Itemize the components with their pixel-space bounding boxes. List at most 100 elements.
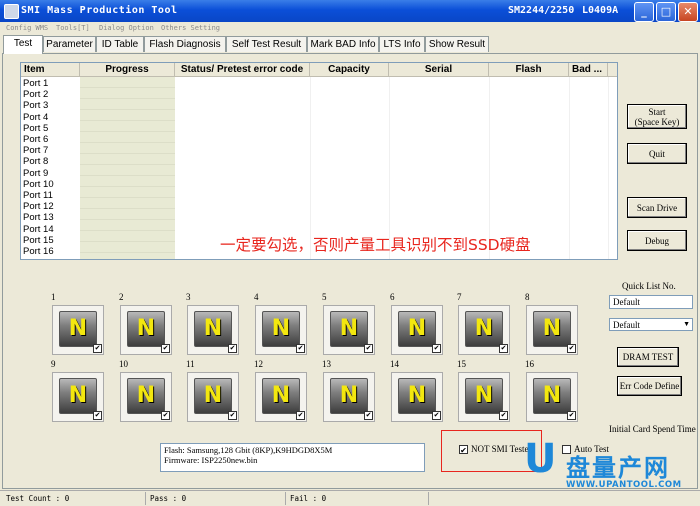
err-code-define-button[interactable]: Err Code Define bbox=[617, 376, 682, 396]
port-enable-checkbox[interactable]: ✔ bbox=[296, 411, 305, 420]
port-tile[interactable]: 5 N ✔ bbox=[322, 292, 375, 355]
drive-status-glyph: N bbox=[407, 383, 427, 408]
port-enable-checkbox[interactable]: ✔ bbox=[499, 344, 508, 353]
port-tile[interactable]: 14 N ✔ bbox=[390, 359, 443, 422]
table-row[interactable]: Port 1 bbox=[23, 78, 48, 89]
col-status[interactable]: Status/ Pretest error code bbox=[175, 63, 310, 77]
menu-others-setting[interactable]: Others Setting bbox=[161, 24, 220, 32]
quick-list-input[interactable]: Default bbox=[609, 295, 693, 309]
table-row[interactable]: Port 15 bbox=[23, 235, 54, 246]
table-row[interactable]: Port 16 bbox=[23, 246, 54, 257]
minimize-button[interactable]: _ bbox=[634, 2, 654, 22]
port-tile-number: 16 bbox=[525, 359, 534, 369]
table-row[interactable]: Port 3 bbox=[23, 100, 48, 111]
menu-tools[interactable]: Tools[T] bbox=[56, 24, 90, 32]
pass-count: Pass : 0 bbox=[150, 494, 187, 503]
port-enable-checkbox[interactable]: ✔ bbox=[93, 411, 102, 420]
table-row[interactable]: Port 14 bbox=[23, 224, 54, 235]
quit-button[interactable]: Quit bbox=[627, 143, 687, 164]
table-row[interactable]: Port 8 bbox=[23, 156, 48, 167]
table-row[interactable]: Port 2 bbox=[23, 89, 48, 100]
port-enable-checkbox[interactable]: ✔ bbox=[364, 344, 373, 353]
port-enable-checkbox[interactable]: ✔ bbox=[93, 344, 102, 353]
port-tile[interactable]: 10 N ✔ bbox=[119, 359, 172, 422]
drive-status-glyph: N bbox=[474, 383, 494, 408]
port-enable-checkbox[interactable]: ✔ bbox=[228, 411, 237, 420]
drive-status-glyph: N bbox=[407, 316, 427, 341]
tab-test[interactable]: Test bbox=[3, 35, 43, 54]
col-serial[interactable]: Serial bbox=[389, 63, 489, 77]
port-enable-checkbox[interactable]: ✔ bbox=[432, 344, 441, 353]
port-tile[interactable]: 15 N ✔ bbox=[457, 359, 510, 422]
col-flash[interactable]: Flash bbox=[489, 63, 569, 77]
drive-status-glyph: N bbox=[339, 383, 359, 408]
start-button[interactable]: Start (Space Key) bbox=[627, 104, 687, 129]
port-tile[interactable]: 11 N ✔ bbox=[186, 359, 239, 422]
watermark-u: U bbox=[524, 436, 557, 482]
port-enable-checkbox[interactable]: ✔ bbox=[364, 411, 373, 420]
not-smi-tester-checkbox[interactable]: ✔ bbox=[459, 445, 468, 455]
test-count: Test Count : 0 bbox=[6, 494, 70, 503]
dram-test-button[interactable]: DRAM TEST bbox=[617, 347, 679, 367]
port-tile[interactable]: 1 N ✔ bbox=[51, 292, 104, 355]
port-enable-checkbox[interactable]: ✔ bbox=[161, 344, 170, 353]
port-tile[interactable]: 8 N ✔ bbox=[525, 292, 578, 355]
close-button[interactable]: ✕ bbox=[678, 2, 698, 22]
tab-show-result[interactable]: Show Result bbox=[425, 36, 489, 52]
maximize-button[interactable]: □ bbox=[656, 2, 676, 22]
col-progress[interactable]: Progress bbox=[80, 63, 175, 77]
port-enable-checkbox[interactable]: ✔ bbox=[161, 411, 170, 420]
port-enable-checkbox[interactable]: ✔ bbox=[296, 344, 305, 353]
table-row[interactable]: Port 11 bbox=[23, 190, 53, 201]
tab-parameter[interactable]: Parameter bbox=[43, 36, 96, 52]
col-capacity[interactable]: Capacity bbox=[310, 63, 389, 77]
port-enable-checkbox[interactable]: ✔ bbox=[567, 344, 576, 353]
table-row[interactable]: Port 4 bbox=[23, 112, 48, 123]
watermark-logo: U 盘量产网 WWW.UPANTOOL.COM bbox=[520, 438, 700, 493]
tab-id-table[interactable]: ID Table bbox=[96, 36, 144, 52]
port-tile[interactable]: 13 N ✔ bbox=[322, 359, 375, 422]
fail-count: Fail : 0 bbox=[290, 494, 327, 503]
quick-list-select[interactable]: Default ▼ bbox=[609, 318, 693, 331]
scan-drive-button[interactable]: Scan Drive bbox=[627, 197, 687, 218]
chip-model: SM2244/2250 bbox=[508, 5, 575, 16]
port-tile[interactable]: 7 N ✔ bbox=[457, 292, 510, 355]
chevron-down-icon[interactable]: ▼ bbox=[683, 320, 690, 328]
tab-lts-info[interactable]: LTS Info bbox=[379, 36, 425, 52]
table-row[interactable]: Port 6 bbox=[23, 134, 48, 145]
port-tile[interactable]: 16 N ✔ bbox=[525, 359, 578, 422]
table-row[interactable]: Port 10 bbox=[23, 179, 54, 190]
firmware-info: Firmware: ISP2250new.bin bbox=[164, 455, 258, 465]
port-tile[interactable]: 9 N ✔ bbox=[51, 359, 104, 422]
tab-mark-bad-info[interactable]: Mark BAD Info bbox=[307, 36, 379, 52]
drive-status-glyph: N bbox=[136, 383, 156, 408]
tab-strip: Test Parameter ID Table Flash Diagnosis … bbox=[0, 35, 700, 54]
tab-self-test-result[interactable]: Self Test Result bbox=[226, 36, 307, 52]
port-tile[interactable]: 4 N ✔ bbox=[254, 292, 307, 355]
table-row[interactable]: Port 7 bbox=[23, 145, 48, 156]
drive-status-icon: N bbox=[194, 378, 232, 414]
tab-flash-diagnosis[interactable]: Flash Diagnosis bbox=[144, 36, 226, 52]
port-enable-checkbox[interactable]: ✔ bbox=[432, 411, 441, 420]
port-tile-number: 12 bbox=[254, 359, 263, 369]
table-row[interactable]: Port 5 bbox=[23, 123, 48, 134]
debug-button[interactable]: Debug bbox=[627, 230, 687, 251]
menu-dialog-option[interactable]: Dialog Option bbox=[99, 24, 154, 32]
drive-status-icon: N bbox=[330, 311, 368, 347]
menu-config-wms[interactable]: Config WMS bbox=[6, 24, 48, 32]
port-enable-checkbox[interactable]: ✔ bbox=[499, 411, 508, 420]
port-enable-checkbox[interactable]: ✔ bbox=[228, 344, 237, 353]
port-tile[interactable]: 3 N ✔ bbox=[186, 292, 239, 355]
drive-status-icon: N bbox=[194, 311, 232, 347]
port-status-table[interactable]: Item Progress Status/ Pretest error code… bbox=[20, 62, 618, 260]
port-enable-checkbox[interactable]: ✔ bbox=[567, 411, 576, 420]
table-row[interactable]: Port 12 bbox=[23, 201, 54, 212]
table-row[interactable]: Port 9 bbox=[23, 168, 48, 179]
col-bad[interactable]: Bad ... bbox=[569, 63, 608, 77]
port-tile[interactable]: 12 N ✔ bbox=[254, 359, 307, 422]
table-row[interactable]: Port 13 bbox=[23, 212, 54, 223]
port-tile[interactable]: 6 N ✔ bbox=[390, 292, 443, 355]
port-tile[interactable]: 2 N ✔ bbox=[119, 292, 172, 355]
col-item[interactable]: Item bbox=[21, 63, 80, 77]
col-divider bbox=[569, 77, 570, 259]
